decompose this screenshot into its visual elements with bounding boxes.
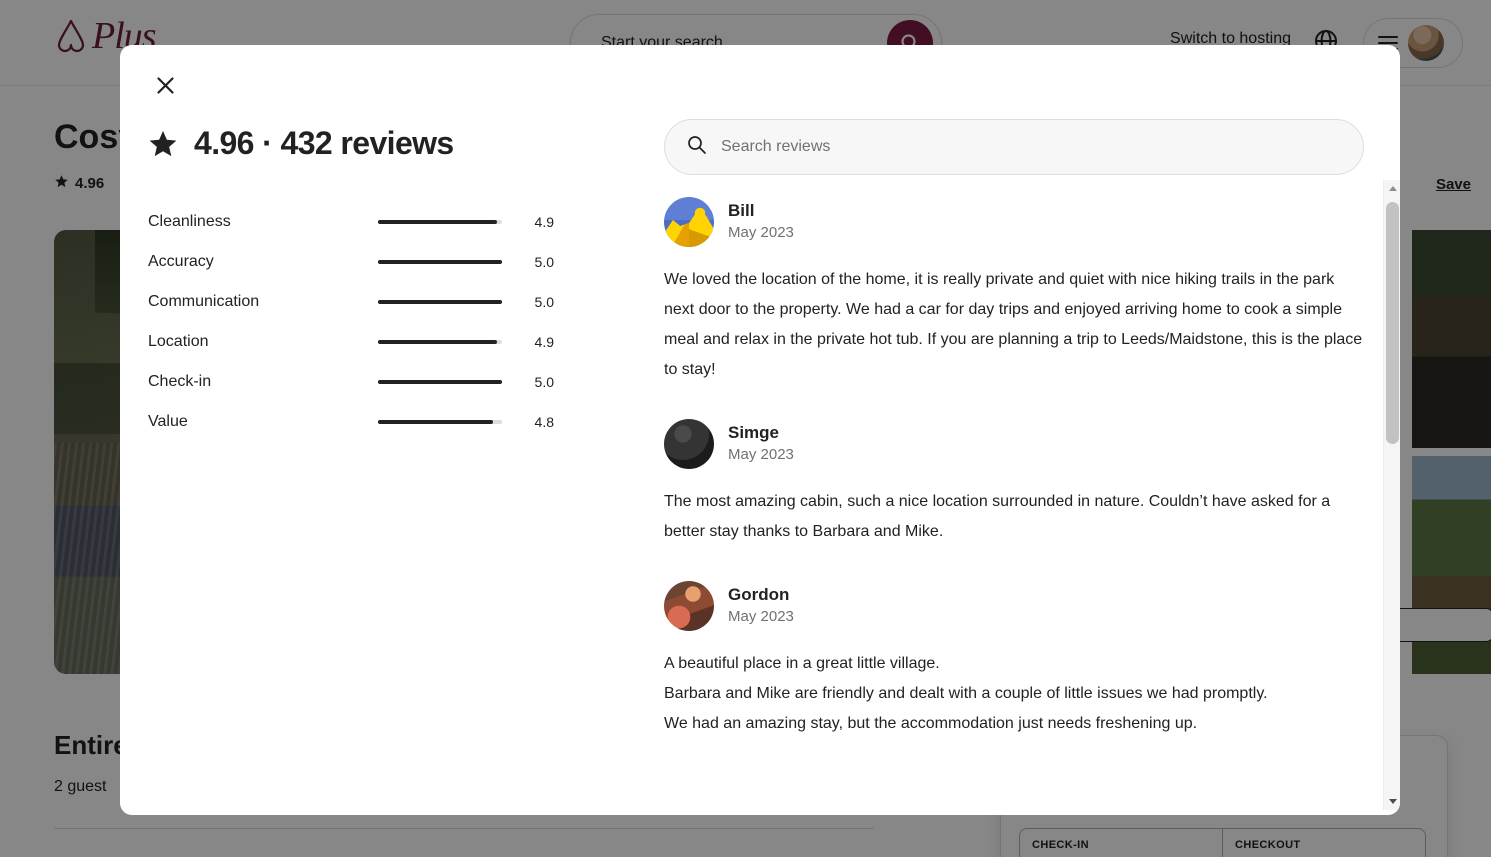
rating-row: Location 4.9 <box>148 322 640 362</box>
scrollbar[interactable] <box>1383 180 1400 810</box>
review-paragraph: A beautiful place in a great little vill… <box>664 655 940 672</box>
review-list: Bill May 2023 We loved the location of t… <box>664 197 1388 739</box>
rating-label: Location <box>148 333 209 350</box>
avatar[interactable] <box>664 581 714 631</box>
rating-row: Value 4.8 <box>148 402 640 442</box>
rating-value: 5.0 <box>534 294 554 310</box>
review-header: Gordon May 2023 <box>664 581 1388 631</box>
rating-row: Accuracy 5.0 <box>148 242 640 282</box>
review-body: We loved the location of the home, it is… <box>664 265 1364 385</box>
rating-label: Accuracy <box>148 253 214 270</box>
review-body: A beautiful place in a great little vill… <box>664 649 1364 739</box>
review-date: May 2023 <box>728 446 794 464</box>
star-icon <box>148 129 178 159</box>
page-root: Plus Start your search Switch to hosting <box>0 0 1491 857</box>
review-item: Gordon May 2023 A beautiful place in a g… <box>664 581 1388 739</box>
review-item: Simge May 2023 The most amazing cabin, s… <box>664 419 1388 547</box>
scrollbar-thumb[interactable] <box>1386 202 1399 444</box>
rating-bar-fill <box>378 300 502 304</box>
rating-row: Cleanliness 4.9 <box>148 202 640 242</box>
rating-value: 4.9 <box>534 334 554 350</box>
rating-value: 5.0 <box>534 254 554 270</box>
close-icon[interactable] <box>144 64 186 106</box>
rating-bar-fill <box>378 260 502 264</box>
rating-bar-track <box>378 220 502 224</box>
rating-label: Check-in <box>148 373 212 390</box>
search-reviews-field[interactable] <box>664 119 1364 175</box>
rating-row: Communication 5.0 <box>148 282 640 322</box>
overall-rating-text: 4.96 · 432 reviews <box>194 125 454 161</box>
rating-bar-track <box>378 420 502 424</box>
rating-value: 4.9 <box>534 214 554 230</box>
review-body: The most amazing cabin, such a nice loca… <box>664 487 1364 547</box>
review-paragraph: Barbara and Mike are friendly and dealt … <box>664 685 1268 702</box>
review-paragraph: The most amazing cabin, such a nice loca… <box>664 493 1331 540</box>
reviews-scroll-area: Bill May 2023 We loved the location of t… <box>664 105 1388 815</box>
rating-bar-fill <box>378 340 498 344</box>
reviews-modal: 4.96 · 432 reviews Cleanliness 4.9 Accur… <box>120 45 1400 815</box>
rating-row: Check-in 5.0 <box>148 362 640 402</box>
scroll-up-arrow-icon[interactable] <box>1384 180 1400 197</box>
review-author-name: Bill <box>728 201 755 221</box>
review-author-meta: Gordon May 2023 <box>728 585 794 627</box>
rating-bar-fill <box>378 220 498 224</box>
avatar[interactable] <box>664 419 714 469</box>
category-ratings-list: Cleanliness 4.9 Accuracy 5.0 Communicati… <box>148 202 640 442</box>
review-item: Bill May 2023 We loved the location of t… <box>664 197 1388 385</box>
rating-label: Cleanliness <box>148 213 231 230</box>
review-author-name: Simge <box>728 423 780 443</box>
review-header: Bill May 2023 <box>664 197 1388 247</box>
modal-body: 4.96 · 432 reviews Cleanliness 4.9 Accur… <box>120 105 1400 815</box>
search-input[interactable] <box>721 138 1341 156</box>
overall-rating-heading: 4.96 · 432 reviews <box>148 125 640 162</box>
avatar[interactable] <box>664 197 714 247</box>
rating-bar-fill <box>378 420 494 424</box>
rating-bar-track <box>378 380 502 384</box>
review-author-meta: Bill May 2023 <box>728 201 794 243</box>
review-date: May 2023 <box>728 608 794 626</box>
review-paragraph: We loved the location of the home, it is… <box>664 271 1363 378</box>
review-author-name: Gordon <box>728 585 790 605</box>
search-icon <box>687 135 707 160</box>
reviews-column: Bill May 2023 We loved the location of t… <box>640 105 1400 815</box>
rating-bar-track <box>378 260 502 264</box>
review-header: Simge May 2023 <box>664 419 1388 469</box>
review-paragraph: We had an amazing stay, but the accommod… <box>664 715 1198 732</box>
ratings-summary-column: 4.96 · 432 reviews Cleanliness 4.9 Accur… <box>120 105 640 815</box>
rating-label: Value <box>148 413 188 430</box>
review-date: May 2023 <box>728 224 794 242</box>
rating-bar-track <box>378 300 502 304</box>
scroll-down-arrow-icon[interactable] <box>1384 793 1400 810</box>
rating-value: 4.8 <box>534 414 554 430</box>
rating-bar-fill <box>378 380 502 384</box>
rating-label: Communication <box>148 293 260 310</box>
rating-bar-track <box>378 340 502 344</box>
review-author-meta: Simge May 2023 <box>728 423 794 465</box>
rating-value: 5.0 <box>534 374 554 390</box>
